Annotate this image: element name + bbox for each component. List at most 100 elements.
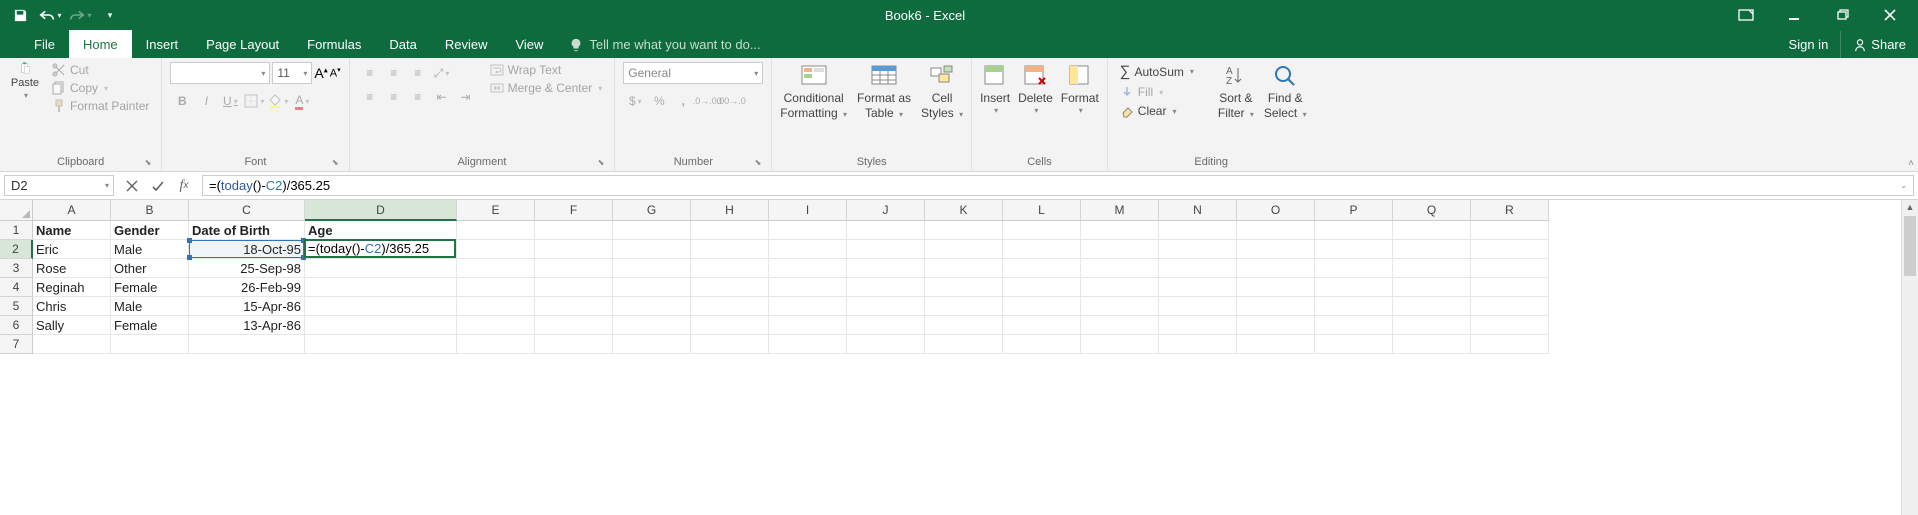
worksheet-grid[interactable]: ABCDEFGHIJKLMNOPQR1NameGenderDate of Bir…	[0, 200, 1901, 515]
comma-format-button[interactable]: ,	[671, 90, 695, 112]
column-header[interactable]: C	[189, 200, 305, 221]
cell[interactable]	[691, 240, 769, 259]
cell[interactable]	[925, 335, 1003, 354]
column-header[interactable]: K	[925, 200, 1003, 221]
cell[interactable]	[1003, 316, 1081, 335]
sign-in-link[interactable]: Sign in	[1777, 31, 1841, 58]
cell[interactable]	[457, 316, 535, 335]
cell[interactable]	[457, 278, 535, 297]
cell[interactable]	[1081, 335, 1159, 354]
cell[interactable]	[1003, 259, 1081, 278]
row-header[interactable]: 6	[0, 316, 33, 335]
cell[interactable]	[1237, 221, 1315, 240]
tab-view[interactable]: View	[501, 30, 557, 58]
column-header[interactable]: A	[33, 200, 111, 221]
row-header[interactable]: 5	[0, 297, 33, 316]
cell[interactable]	[1471, 335, 1549, 354]
cell[interactable]	[847, 221, 925, 240]
cell[interactable]	[1081, 316, 1159, 335]
column-header[interactable]: I	[769, 200, 847, 221]
cell[interactable]	[535, 316, 613, 335]
cancel-formula-button[interactable]	[120, 175, 144, 197]
cell[interactable]	[1003, 240, 1081, 259]
cut-button[interactable]: Cut	[48, 62, 153, 78]
cell[interactable]	[1393, 335, 1471, 354]
cell[interactable]: 26-Feb-99	[189, 278, 305, 297]
vertical-scrollbar[interactable]: ▲	[1901, 200, 1918, 515]
row-header[interactable]: 2	[0, 240, 33, 259]
column-header[interactable]: O	[1237, 200, 1315, 221]
cell[interactable]	[535, 259, 613, 278]
column-header[interactable]: M	[1081, 200, 1159, 221]
cell[interactable]	[1159, 278, 1237, 297]
expand-formula-bar-icon[interactable]: ⌄	[1900, 181, 1907, 190]
align-top-button[interactable]: ≡	[358, 62, 382, 84]
cell[interactable]	[847, 297, 925, 316]
tab-home[interactable]: Home	[69, 30, 132, 58]
cell[interactable]	[691, 316, 769, 335]
cell[interactable]: Rose	[33, 259, 111, 278]
clipboard-dialog-launcher-icon[interactable]: ⬊	[145, 158, 152, 167]
redo-button[interactable]: ▾	[66, 3, 94, 27]
cell[interactable]	[925, 278, 1003, 297]
cell[interactable]	[457, 297, 535, 316]
cell[interactable]	[1159, 335, 1237, 354]
orientation-button[interactable]: ⤢▾	[430, 62, 454, 84]
cell[interactable]	[1081, 221, 1159, 240]
cell[interactable]	[847, 316, 925, 335]
cell[interactable]	[1315, 316, 1393, 335]
cell[interactable]	[769, 335, 847, 354]
cell[interactable]	[33, 335, 111, 354]
cell[interactable]	[1315, 278, 1393, 297]
number-dialog-launcher-icon[interactable]: ⬊	[755, 158, 762, 167]
cell[interactable]	[691, 297, 769, 316]
cell[interactable]	[1159, 259, 1237, 278]
cell[interactable]: Reginah	[33, 278, 111, 297]
cell[interactable]	[691, 335, 769, 354]
cell[interactable]	[457, 221, 535, 240]
cell[interactable]	[769, 297, 847, 316]
cell[interactable]	[305, 316, 457, 335]
cell[interactable]: Chris	[33, 297, 111, 316]
cell[interactable]	[1393, 240, 1471, 259]
cell[interactable]: Age	[305, 221, 457, 240]
cell[interactable]	[535, 240, 613, 259]
cell[interactable]	[189, 335, 305, 354]
cell[interactable]	[691, 221, 769, 240]
cell[interactable]	[535, 221, 613, 240]
cell[interactable]: Eric	[33, 240, 111, 259]
tab-data[interactable]: Data	[375, 30, 430, 58]
cell[interactable]	[1081, 278, 1159, 297]
tab-page-layout[interactable]: Page Layout	[192, 30, 293, 58]
cell[interactable]	[1471, 259, 1549, 278]
italic-button[interactable]: I	[194, 90, 218, 112]
cell[interactable]	[1237, 335, 1315, 354]
accounting-format-button[interactable]: $▾	[623, 90, 647, 112]
cell[interactable]	[925, 297, 1003, 316]
cell[interactable]: Sally	[33, 316, 111, 335]
tab-review[interactable]: Review	[431, 30, 502, 58]
number-format-combo[interactable]: General▾	[623, 62, 763, 84]
cell[interactable]	[1159, 221, 1237, 240]
cell[interactable]	[925, 240, 1003, 259]
cell-styles-button[interactable]: Cell Styles ▾	[921, 62, 963, 120]
font-size-combo[interactable]: 11▾	[272, 62, 312, 84]
cell[interactable]	[925, 259, 1003, 278]
cell[interactable]	[1315, 259, 1393, 278]
tab-formulas[interactable]: Formulas	[293, 30, 375, 58]
formula-input[interactable]: =(today()-C2)/365.25 ⌄	[202, 175, 1914, 196]
column-header[interactable]: G	[613, 200, 691, 221]
border-button[interactable]: ▾	[242, 90, 266, 112]
cell[interactable]	[613, 335, 691, 354]
cell[interactable]	[305, 278, 457, 297]
cell[interactable]	[1237, 316, 1315, 335]
paste-dropdown-icon[interactable]: ▾	[24, 91, 28, 100]
column-header[interactable]: P	[1315, 200, 1393, 221]
wrap-text-button[interactable]: Wrap Text	[486, 62, 607, 78]
cell[interactable]: Date of Birth	[189, 221, 305, 240]
cell[interactable]	[305, 259, 457, 278]
font-color-button[interactable]: A▾	[290, 90, 314, 112]
cell[interactable]	[1003, 278, 1081, 297]
percent-format-button[interactable]: %	[647, 90, 671, 112]
column-header[interactable]: N	[1159, 200, 1237, 221]
